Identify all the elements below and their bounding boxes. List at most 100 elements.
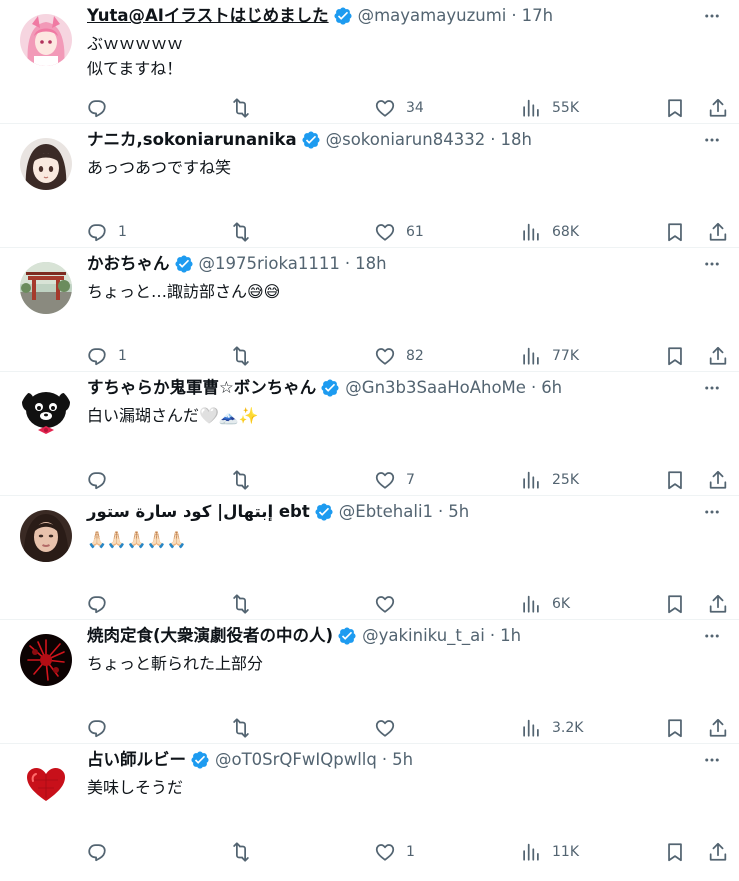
user-handle[interactable]: @yakiniku_t_ai <box>362 624 485 648</box>
tweet-header: 焼肉定食(大衆演劇役者の中の人) @yakiniku_t_ai · 1h <box>87 624 521 648</box>
tweet-card[interactable]: إبتهال| كود سارة ستور ebt @Ebtehali1 · 5… <box>0 496 739 620</box>
reply-button[interactable]: 1 <box>86 212 127 252</box>
share-button[interactable] <box>707 212 729 252</box>
views-button[interactable]: 68K <box>520 212 579 252</box>
like-button[interactable] <box>374 708 406 748</box>
user-handle[interactable]: @oT0SrQFwIQpwllq <box>215 748 377 772</box>
more-options-button[interactable] <box>695 748 729 772</box>
views-icon <box>523 99 539 117</box>
reply-button[interactable]: 1 <box>86 336 127 376</box>
heart-icon <box>375 720 395 737</box>
reply-button[interactable] <box>86 708 118 748</box>
views-button[interactable]: 77K <box>520 336 579 376</box>
share-button[interactable] <box>707 460 729 500</box>
repost-button[interactable] <box>230 336 262 376</box>
display-name[interactable]: Yuta@AIイラストはじめました <box>87 4 329 28</box>
bookmark-icon <box>668 99 682 118</box>
share-button[interactable] <box>707 832 729 872</box>
share-button[interactable] <box>707 336 729 376</box>
share-button[interactable] <box>707 584 729 624</box>
repost-icon <box>233 222 249 242</box>
reply-button[interactable] <box>86 88 118 128</box>
bookmark-button[interactable] <box>664 584 686 624</box>
views-button[interactable]: 11K <box>520 832 579 872</box>
user-handle[interactable]: @1975rioka1111 <box>199 252 340 276</box>
bookmark-button[interactable] <box>664 708 686 748</box>
bookmark-button[interactable] <box>664 336 686 376</box>
repost-button[interactable] <box>230 460 262 500</box>
avatar[interactable] <box>20 510 72 562</box>
reply-button[interactable] <box>86 460 118 500</box>
bookmark-button[interactable] <box>664 460 686 500</box>
views-button[interactable]: 55K <box>520 88 579 128</box>
user-handle[interactable]: @Ebtehali1 <box>339 500 433 524</box>
avatar[interactable] <box>20 14 72 66</box>
tweet-card[interactable]: Yuta@AIイラストはじめました @mayamayuzumi · 17h ぶｗ… <box>0 0 739 124</box>
tweet-card[interactable]: すちゃらか鬼軍曹☆ボンちゃん @Gn3b3SaaHoAhoMe · 6h 白い漏… <box>0 372 739 496</box>
share-button[interactable] <box>707 708 729 748</box>
more-options-button[interactable] <box>695 128 729 152</box>
timestamp[interactable]: 1h <box>500 624 521 648</box>
repost-button[interactable] <box>230 88 262 128</box>
verified-badge-icon <box>333 6 353 26</box>
display-name[interactable]: ナニカ,sokoniarunanika <box>87 128 297 152</box>
reply-button[interactable] <box>86 832 118 872</box>
like-count: 7 <box>406 472 415 488</box>
more-icon <box>705 510 719 514</box>
avatar[interactable] <box>20 758 72 810</box>
more-options-button[interactable] <box>695 500 729 524</box>
timestamp[interactable]: 5h <box>448 500 469 524</box>
views-button[interactable]: 25K <box>520 460 579 500</box>
more-options-button[interactable] <box>695 4 729 28</box>
more-options-button[interactable] <box>695 252 729 276</box>
timestamp[interactable]: 18h <box>500 128 531 152</box>
bookmark-button[interactable] <box>664 832 686 872</box>
user-handle[interactable]: @Gn3b3SaaHoAhoMe <box>345 376 526 400</box>
like-count: 82 <box>406 348 424 364</box>
like-button[interactable]: 61 <box>374 212 424 252</box>
bookmark-button[interactable] <box>664 212 686 252</box>
display-name[interactable]: 占い師ルビー <box>87 748 186 772</box>
reply-button[interactable] <box>86 584 118 624</box>
timestamp[interactable]: 18h <box>355 252 386 276</box>
display-name[interactable]: かおちゃん <box>87 252 170 276</box>
anime-girl-avatar <box>20 14 72 66</box>
like-button[interactable] <box>374 584 406 624</box>
tweet-header: すちゃらか鬼軍曹☆ボンちゃん @Gn3b3SaaHoAhoMe · 6h <box>87 376 562 400</box>
display-name[interactable]: すちゃらか鬼軍曹☆ボンちゃん <box>87 376 316 400</box>
repost-button[interactable] <box>230 832 262 872</box>
bookmark-icon <box>668 843 682 862</box>
views-button[interactable]: 3.2K <box>520 708 583 748</box>
tweet-card[interactable]: かおちゃん @1975rioka1111 · 18h ちょっと…諏訪部さん😅😅 … <box>0 248 739 372</box>
timestamp[interactable]: 5h <box>392 748 413 772</box>
tweet-card[interactable]: ナニカ,sokoniarunanika @sokoniarun84332 · 1… <box>0 124 739 248</box>
bookmark-button[interactable] <box>664 88 686 128</box>
display-name[interactable]: إبتهال| كود سارة ستور ebt <box>87 500 310 524</box>
avatar[interactable] <box>20 634 72 686</box>
repost-button[interactable] <box>230 708 262 748</box>
more-options-button[interactable] <box>695 376 729 400</box>
like-button[interactable]: 7 <box>374 460 415 500</box>
tweet-card[interactable]: 占い師ルビー @oT0SrQFwIQpwllq · 5h 美味しそうだ 1 11… <box>0 744 739 868</box>
avatar[interactable] <box>20 262 72 314</box>
timestamp[interactable]: 17h <box>522 4 553 28</box>
tweet-card[interactable]: 焼肉定食(大衆演劇役者の中の人) @yakiniku_t_ai · 1h ちょっ… <box>0 620 739 744</box>
avatar[interactable] <box>20 386 72 438</box>
like-button[interactable]: 1 <box>374 832 415 872</box>
share-button[interactable] <box>707 88 729 128</box>
repost-button[interactable] <box>230 212 262 252</box>
verified-badge-icon <box>320 378 340 398</box>
verified-badge-icon <box>301 130 321 150</box>
repost-button[interactable] <box>230 584 262 624</box>
bookmark-icon <box>668 471 682 490</box>
timestamp[interactable]: 6h <box>541 376 562 400</box>
avatar[interactable] <box>20 138 72 190</box>
display-name[interactable]: 焼肉定食(大衆演劇役者の中の人) <box>87 624 333 648</box>
view-count: 25K <box>552 472 579 488</box>
like-button[interactable]: 34 <box>374 88 424 128</box>
views-button[interactable]: 6K <box>520 584 570 624</box>
more-options-button[interactable] <box>695 624 729 648</box>
user-handle[interactable]: @mayamayuzumi <box>358 4 507 28</box>
like-button[interactable]: 82 <box>374 336 424 376</box>
user-handle[interactable]: @sokoniarun84332 <box>326 128 486 152</box>
